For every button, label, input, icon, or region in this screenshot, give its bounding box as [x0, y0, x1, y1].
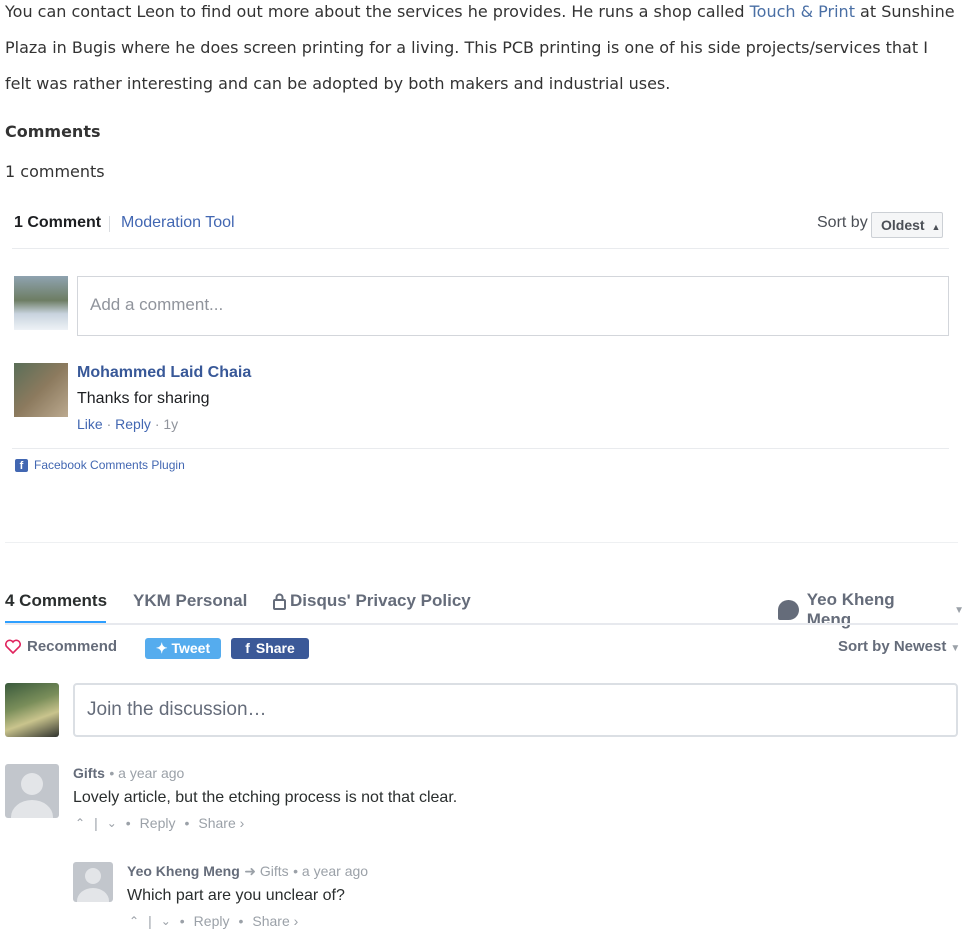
comment-author[interactable]: Yeo Kheng Meng — [127, 863, 240, 879]
upvote-icon[interactable]: ⌃ — [75, 816, 85, 830]
fb-commenter-name[interactable]: Mohammed Laid Chaia — [77, 364, 251, 382]
fb-user-avatar — [14, 276, 68, 330]
join-discussion-input[interactable]: Join the discussion… — [73, 683, 958, 737]
dot: • — [179, 913, 185, 929]
fb-plugin-label: Facebook Comments Plugin — [34, 458, 185, 472]
current-user-avatar — [5, 683, 59, 737]
fb-comment-count: 1 Comment — [14, 214, 102, 231]
updown-icon: ▲︎ — [931, 222, 941, 232]
fb-divider-line — [12, 248, 949, 249]
chevron-down-icon: ▼ — [954, 604, 964, 616]
facebook-icon: f — [245, 640, 250, 656]
vote-divider: | — [148, 913, 152, 929]
fb-like-link[interactable]: Like — [77, 416, 103, 432]
comment-author[interactable]: Gifts — [73, 765, 105, 781]
fb-comment-text: Thanks for sharing — [77, 390, 210, 407]
comment-footer: ⌃ | ⌄ • Reply • Share › — [75, 815, 244, 831]
downvote-icon[interactable]: ⌄ — [161, 914, 171, 928]
share-label: Share — [255, 640, 295, 656]
fb-comment-age[interactable]: 1y — [163, 416, 178, 432]
reply-link[interactable]: Reply — [194, 913, 230, 929]
fb-sort-select[interactable]: Oldest ▲︎ — [871, 212, 943, 238]
facebook-share-button[interactable]: f Share — [231, 638, 309, 659]
comment-time-value: a year ago — [301, 863, 369, 879]
recommend-button[interactable]: Recommend — [5, 638, 117, 655]
fb-sort-value: Oldest — [881, 217, 925, 233]
chat-bubble-icon — [778, 600, 799, 620]
fb-comment-actions: Like · Reply · 1y — [77, 416, 179, 432]
reply-to-name: Gifts — [259, 863, 289, 879]
tabs-baseline — [5, 623, 958, 625]
generic-avatar-icon[interactable] — [5, 764, 59, 818]
comment-header: Gifts • a year ago — [73, 765, 184, 783]
sort-label: Sort by Newest — [838, 638, 947, 655]
fb-sort-label: Sort by — [817, 214, 868, 231]
upvote-icon[interactable]: ⌃ — [129, 914, 139, 928]
moderation-tool-link[interactable]: Moderation Tool — [121, 214, 235, 232]
tab-privacy-policy[interactable]: Disqus' Privacy Policy — [273, 591, 471, 611]
vote-divider: | — [94, 815, 98, 831]
comment-time-value: a year ago — [118, 765, 185, 781]
generic-avatar-icon[interactable] — [73, 862, 113, 902]
heart-icon — [5, 639, 21, 654]
fb-commenter-avatar[interactable] — [14, 363, 68, 417]
facebook-icon: f — [15, 458, 28, 472]
tab-comments[interactable]: 4 Comments — [5, 591, 107, 611]
touch-print-link[interactable]: Touch & Print — [750, 2, 855, 21]
fb-divider — [109, 216, 110, 232]
fb-reply-link[interactable]: Reply — [115, 416, 151, 432]
recommend-label: Recommend — [27, 638, 118, 655]
comment-time[interactable]: • a year ago — [109, 765, 184, 781]
comments-count: 1 comments — [5, 162, 105, 181]
downvote-icon[interactable]: ⌄ — [107, 816, 117, 830]
dot: • — [238, 913, 244, 929]
twitter-bird-icon: ✦ — [155, 640, 168, 656]
fb-divider-line — [12, 448, 949, 449]
section-divider — [5, 542, 958, 543]
comment-header: Yeo Kheng Meng ➜ Gifts • a year ago — [127, 863, 368, 881]
sort-dropdown[interactable]: Sort by Newest ▼ — [838, 638, 960, 655]
article-paragraph: You can contact Leon to find out more ab… — [5, 0, 955, 102]
privacy-policy-label: Disqus' Privacy Policy — [290, 591, 471, 610]
share-link[interactable]: Share › — [252, 913, 298, 929]
chevron-down-icon: ▼ — [950, 643, 961, 654]
tab-ykm-personal[interactable]: YKM Personal — [133, 591, 247, 611]
tweet-button[interactable]: ✦ Tweet — [145, 638, 221, 659]
reply-to[interactable]: ➜ Gifts — [244, 863, 288, 879]
active-tab-indicator — [5, 621, 106, 623]
fb-plugin-link[interactable]: f Facebook Comments Plugin — [15, 458, 185, 472]
share-link[interactable]: Share › — [198, 815, 244, 831]
fb-comment-input[interactable]: Add a comment... — [77, 276, 949, 336]
comment-text: Lovely article, but the etching process … — [73, 789, 458, 806]
reply-arrow-icon: ➜ — [244, 863, 256, 879]
tweet-label: Tweet — [171, 640, 211, 656]
comment-footer: ⌃ | ⌄ • Reply • Share › — [129, 913, 298, 929]
dot: • — [184, 815, 190, 831]
lock-icon — [273, 593, 286, 610]
reply-link[interactable]: Reply — [140, 815, 176, 831]
dot: • — [125, 815, 131, 831]
article-text-before: You can contact Leon to find out more ab… — [5, 2, 750, 21]
comments-heading: Comments — [5, 122, 101, 141]
comment-time[interactable]: • a year ago — [293, 863, 368, 879]
comment-text: Which part are you unclear of? — [127, 887, 345, 904]
